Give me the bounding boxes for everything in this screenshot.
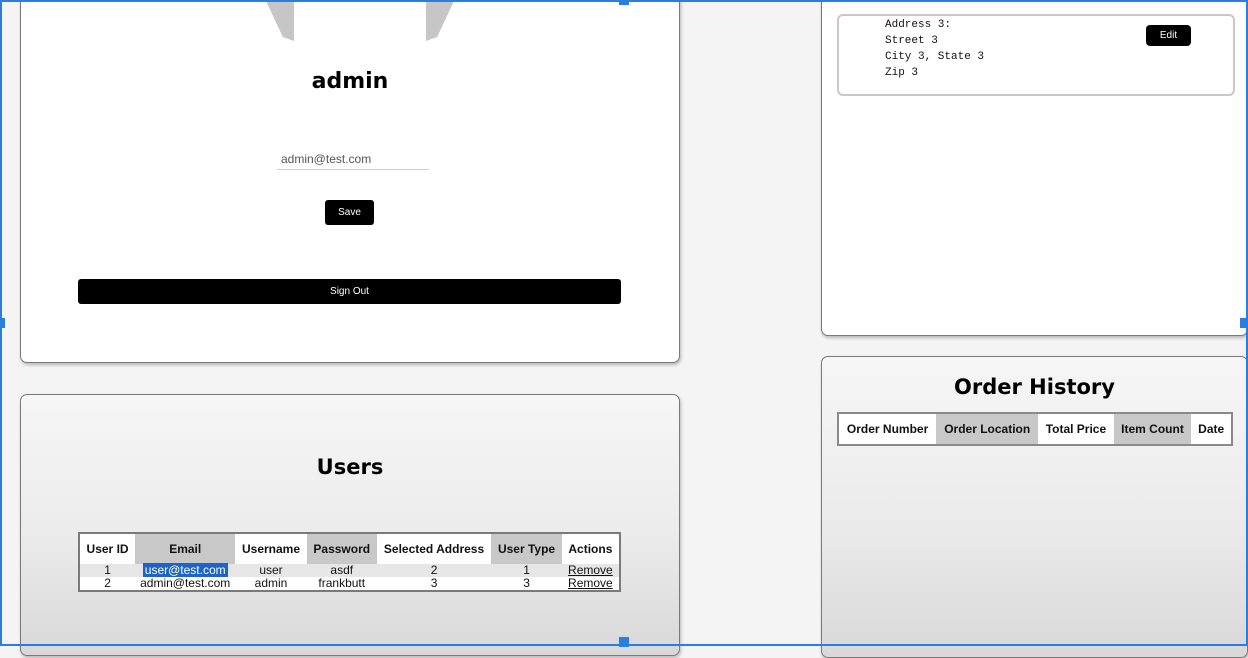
col-selected-address: Selected Address — [383, 542, 485, 556]
col-order-location: Order Location — [936, 413, 1039, 445]
address-label: Address 3: — [885, 19, 952, 31]
col-password: Password — [306, 533, 377, 564]
address-card: Address 3: Street 3 City 3, State 3 Zip … — [821, 0, 1248, 336]
table-row: 2 admin@test.com admin frankbutt 3 3 Rem… — [79, 577, 620, 591]
cell-password: frankbutt — [318, 576, 366, 590]
users-card: Users User ID Email Username Password Se… — [20, 394, 680, 656]
avatar — [426, 1, 454, 41]
cell-email: admin@test.com — [140, 576, 231, 590]
col-item-count: Item Count — [1113, 413, 1192, 445]
cell-username: admin — [254, 576, 288, 590]
address-zip: Zip 3 — [885, 67, 919, 79]
email-field[interactable] — [277, 149, 429, 170]
selected-text: user@test.com — [142, 563, 228, 577]
sign-out-button[interactable]: Sign Out — [78, 279, 621, 304]
cell-user-type: 3 — [523, 576, 530, 590]
order-history-title: Order History — [954, 375, 1115, 399]
profile-username: admin — [311, 69, 389, 94]
resize-handle-left[interactable] — [0, 318, 5, 328]
users-table: User ID Email Username Password Selected… — [78, 532, 621, 592]
remove-link-label[interactable]: Remove — [568, 563, 613, 577]
col-order-number: Order Number — [846, 422, 929, 436]
remove-user-link[interactable]: Remove — [562, 577, 620, 591]
table-header-row: User ID Email Username Password Selected… — [79, 533, 620, 564]
avatar — [266, 1, 294, 41]
remove-link-label[interactable]: Remove — [568, 576, 613, 590]
order-history-card: Order History Order Number Order Locatio… — [821, 356, 1248, 658]
col-user-type: User Type — [491, 533, 562, 564]
cell-user-id: 2 — [104, 576, 111, 590]
col-username: Username — [241, 542, 301, 556]
save-button[interactable]: Save — [325, 200, 374, 225]
col-email: Email — [135, 533, 236, 564]
col-total-price: Total Price — [1045, 422, 1107, 436]
col-user-id: User ID — [86, 542, 129, 556]
col-date: Date — [1198, 422, 1225, 436]
order-history-table: Order Number Order Location Total Price … — [837, 412, 1233, 446]
table-header-row: Order Number Order Location Total Price … — [838, 413, 1232, 445]
profile-card: admin Save Sign Out — [20, 0, 680, 363]
address-street: Street 3 — [885, 35, 938, 47]
resize-handle-top[interactable] — [619, 0, 629, 5]
address-entry: Address 3: Street 3 City 3, State 3 Zip … — [837, 14, 1235, 96]
resize-handle-right[interactable] — [1240, 318, 1248, 328]
address-city-state: City 3, State 3 — [885, 51, 985, 63]
edit-address-button[interactable]: Edit — [1146, 25, 1191, 46]
users-title: Users — [316, 455, 384, 479]
col-actions: Actions — [568, 542, 613, 556]
cell-selected-address: 3 — [430, 576, 438, 590]
